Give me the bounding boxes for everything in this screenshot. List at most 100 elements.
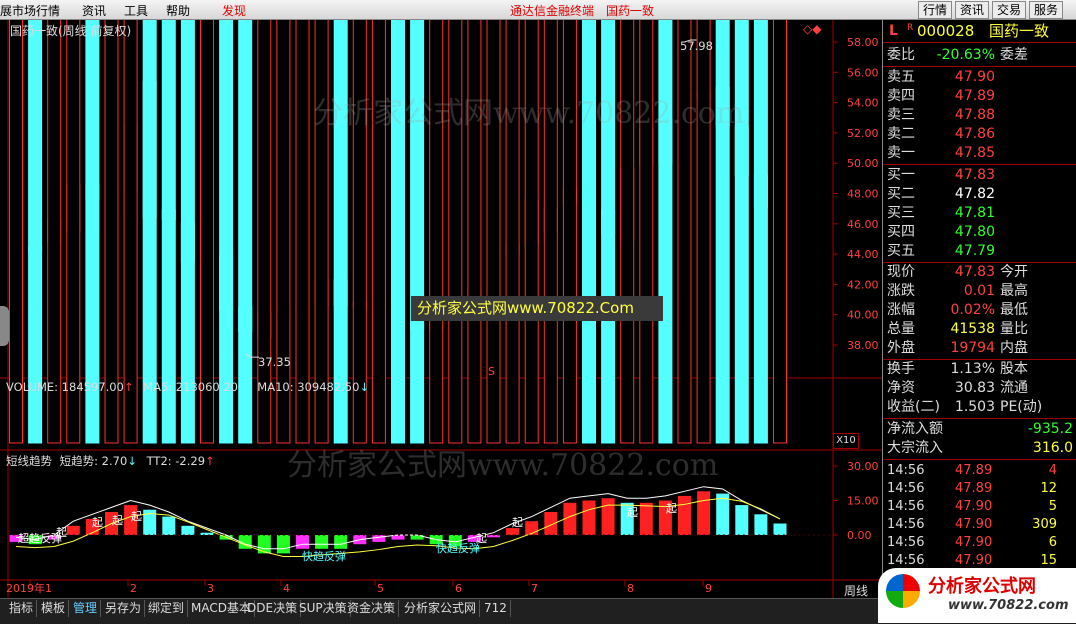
x-tick-label: 9 (705, 582, 712, 595)
bid-row[interactable]: 买一 47.83 (885, 166, 1075, 185)
tab-manage[interactable]: 管理 (70, 600, 102, 617)
tab-dde[interactable]: DDE决策 (244, 600, 302, 617)
price-tick-label: 40.00 (847, 309, 879, 322)
logo-url: www.70822.com (948, 598, 1069, 613)
watermark-bottom: 分析家公式网www.70822.com (287, 448, 719, 483)
volume-unit: X10 (833, 433, 859, 449)
price-tick-label: 50.00 (847, 157, 879, 170)
stat-row: 现价 47.83 今开 (887, 264, 1028, 280)
ask-row[interactable]: 卖二 47.86 (885, 125, 1075, 144)
x-tick-label: 2019年1 (6, 581, 52, 595)
tick-row: 14:56 47.90 6 (887, 535, 1057, 550)
bid-row[interactable]: 买三 47.81 (885, 204, 1075, 223)
menu-discover[interactable]: 发现 (222, 2, 246, 19)
indicator-bar (276, 535, 290, 554)
fund-row: 净资 30.83 流通 (887, 380, 1028, 396)
watermark-top: 分析家公式网www.70822.com (313, 96, 745, 131)
quote-button[interactable]: 行情 (918, 1, 953, 19)
signal-label: 起 (112, 514, 123, 527)
volume-bar (696, 0, 711, 444)
indicator-bar (315, 535, 329, 549)
signal-label: 起 (627, 506, 638, 519)
volume-bar (582, 0, 596, 444)
tab-site[interactable]: 分析家公式网 (401, 600, 481, 617)
tab-bind[interactable]: 绑定到 (145, 600, 189, 617)
logo-icon (886, 574, 920, 608)
price-tick-label: 48.00 (847, 188, 879, 201)
x-tick-label: 5 (377, 582, 384, 595)
bid-row[interactable]: 买四 47.80 (885, 223, 1075, 242)
signal-label: 起 (56, 526, 67, 539)
tab-save-as[interactable]: 另存为 (102, 600, 146, 617)
ask-row[interactable]: 卖五 47.90 (885, 68, 1075, 87)
site-logo: 分析家公式网 www.70822.com (878, 568, 1076, 623)
volume-bar (753, 0, 768, 444)
indicator-bar (296, 535, 309, 549)
signal-label: 起 (92, 516, 103, 529)
tick-row: 14:56 47.90 309 (887, 517, 1057, 532)
signal-label: 起 (476, 532, 487, 545)
volume-bar (734, 0, 749, 444)
indicator-bar (181, 525, 195, 535)
overlay-banner: 分析家公式网www.70822.Com (411, 296, 663, 321)
x-tick-label: 8 (627, 582, 634, 595)
x-tick-label: 7 (531, 582, 538, 595)
chart-area[interactable]: 58.00 56.00 54.00 52.00 50.00 48.00 46.00 44.00… (0, 0, 882, 613)
indicator-line1: 短趋势: 2.70 (59, 454, 128, 468)
stat-row: 外盘 19794 内盘 (887, 340, 1028, 356)
indicator-bar (735, 505, 749, 535)
volume-legend: VOLUME: 184597.00↑ MA5: 213060.20↓ MA10:… (6, 380, 370, 394)
bid-row[interactable]: 买二 47.82 (885, 185, 1075, 204)
chart-title: 国药一致(周线 前复权) (10, 24, 132, 38)
tab-sup[interactable]: SUP决策 (296, 600, 351, 617)
price-tick-label: 58.00 (847, 36, 879, 49)
indicator-legend: 短线趋势 短趋势: 2.70↓ TT2: -2.29↑ (6, 454, 215, 468)
volume-bar (601, 0, 616, 444)
tab-712[interactable]: 712 (481, 600, 511, 617)
volume-bar (562, 0, 577, 444)
ask-row[interactable]: 卖三 47.88 (885, 106, 1075, 125)
indicator-bar (582, 500, 596, 535)
x-tick-label: 3 (207, 582, 214, 595)
price-tick-label: 38.00 (847, 339, 879, 352)
ask-row[interactable]: 卖四 47.89 (885, 87, 1075, 106)
app-title: 通达信金融终端 (510, 4, 595, 18)
trade-button[interactable]: 交易 (992, 1, 1027, 19)
fund-row: 换手 1.13% 股本 (887, 361, 1028, 377)
volume-bar (467, 0, 482, 444)
diamond-icon[interactable]: ◇◆ (803, 22, 821, 36)
menu-market[interactable]: 展市场行情 (0, 2, 60, 19)
menu-help[interactable]: 帮助 (166, 2, 190, 19)
side-panel-toggle[interactable] (0, 306, 9, 346)
price-tick-label: 44.00 (847, 248, 879, 261)
indicator-bar (639, 502, 653, 535)
price-tick-label: 42.00 (847, 278, 879, 291)
stat-row: 涨跌 0.01 最高 (887, 283, 1028, 299)
ask-row[interactable]: 卖一 47.85 (885, 144, 1075, 163)
tab-indicator[interactable]: 指标 (6, 600, 38, 617)
period-label: 周线 (844, 584, 869, 598)
volume-bar (543, 0, 558, 444)
service-button[interactable]: 服务 (1029, 1, 1064, 19)
x-tick-label: 2 (130, 582, 137, 595)
volume-bar (505, 0, 520, 444)
volume-bar (371, 0, 386, 444)
indicator-bar (716, 493, 730, 535)
indicator-bar (754, 514, 768, 535)
tab-fund[interactable]: 资金决策 (344, 600, 400, 617)
price-tick-label: 56.00 (847, 66, 879, 79)
indicator-bar (334, 535, 348, 549)
ma5-value: MA5: 213060.20 (143, 380, 238, 394)
quote-panel: L R 000028 国药一致 委比 -20.63% 委差 卖五 47.90 卖四… (882, 20, 1076, 598)
bid-row[interactable]: 买五 47.79 (885, 242, 1075, 261)
tab-template[interactable]: 模板 (38, 600, 70, 617)
menu-news[interactable]: 资讯 (82, 2, 106, 19)
indicator-bar (162, 516, 176, 535)
stock-code: 000028 (917, 22, 975, 40)
volume-bar (410, 0, 425, 444)
menu-tools[interactable]: 工具 (124, 2, 148, 19)
news-button[interactable]: 资讯 (955, 1, 990, 19)
logo-name: 分析家公式网 (928, 576, 1036, 597)
window-stock-name: 国药一致 (606, 4, 655, 18)
indicator-bar (200, 532, 214, 535)
